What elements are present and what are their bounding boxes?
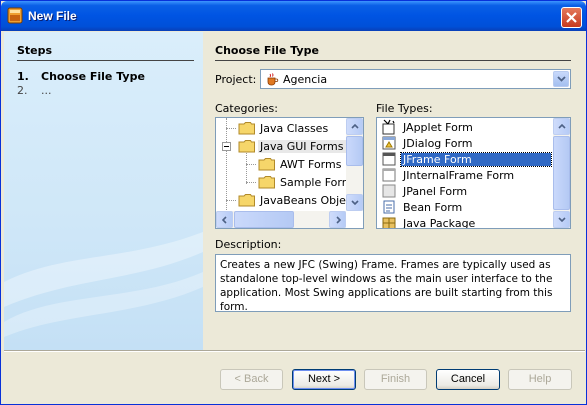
categories-vertical-scrollbar[interactable] [346, 118, 363, 211]
scroll-down-button[interactable] [553, 211, 570, 228]
back-button[interactable]: < Back [220, 369, 283, 390]
step-number: 2. [17, 84, 28, 97]
arrow-up-icon [351, 124, 359, 129]
finish-button[interactable]: Finish [364, 369, 427, 390]
arrow-up-icon [558, 124, 566, 129]
tree-connector [246, 182, 256, 183]
cancel-button[interactable]: Cancel [436, 369, 500, 390]
tree-connector [226, 128, 236, 129]
scroll-down-button[interactable] [346, 194, 363, 211]
step-item-2: 2.... [17, 84, 52, 97]
folder-icon [238, 122, 255, 135]
list-item-jdialog-form[interactable]: JDialog Form [379, 135, 553, 151]
list-item-label: JDialog Form [403, 137, 473, 150]
tree-item-label: JavaBeans Object [260, 194, 357, 207]
description-text: Creates a new JFC (Swing) Frame. Frames … [215, 254, 571, 313]
scroll-left-button[interactable] [216, 211, 233, 228]
tree-item-label: Java GUI Forms [258, 140, 346, 153]
arrow-down-icon [351, 200, 359, 205]
step-label: Choose File Type [41, 70, 145, 83]
list-item-label: JFrame Form [400, 152, 552, 167]
file-types-vertical-scrollbar[interactable] [553, 118, 570, 228]
help-button[interactable]: Help [508, 369, 572, 390]
list-item-japplet-form[interactable]: JApplet Form [379, 119, 553, 135]
title-divider [215, 60, 571, 61]
package-icon [382, 217, 396, 228]
page-title: Choose File Type [215, 44, 319, 57]
categories-tree[interactable]: Java Classes Java GUI Forms AWT Forms Sa… [215, 117, 364, 229]
scroll-up-button[interactable] [346, 118, 363, 135]
dropdown-button[interactable] [553, 71, 569, 87]
categories-horizontal-scrollbar[interactable] [216, 211, 346, 228]
list-item-label: JApplet Form [403, 121, 473, 134]
project-value: Agencia [283, 73, 328, 86]
arrow-down-icon [558, 217, 566, 222]
scroll-up-button[interactable] [553, 118, 570, 135]
tree-item-label: AWT Forms [280, 158, 342, 171]
collapse-toggle[interactable] [222, 142, 231, 151]
panel-icon [382, 184, 396, 198]
frame-icon [382, 152, 396, 166]
list-item-java-package[interactable]: Java Package [379, 215, 553, 229]
project-dropdown[interactable]: Agencia [260, 69, 571, 89]
decorative-swirl-graphic [4, 232, 203, 337]
list-item-bean-form[interactable]: Bean Form [379, 199, 553, 215]
list-item-label: JPanel Form [403, 185, 468, 198]
next-button[interactable]: Next > [292, 369, 356, 390]
list-item-jframe-form[interactable]: JFrame Form [379, 151, 553, 167]
folder-open-icon [238, 140, 255, 153]
tree-item-label: Java Classes [260, 122, 329, 135]
dialog-icon [382, 136, 396, 150]
arrow-right-icon [336, 216, 341, 224]
close-button[interactable] [561, 7, 582, 28]
list-item-label: JInternalFrame Form [403, 169, 515, 182]
scroll-thumb[interactable] [234, 211, 294, 228]
file-types-list[interactable]: JApplet Form JDialog Form JFrame Form JI… [376, 117, 571, 229]
list-item-label: Bean Form [403, 201, 463, 214]
folder-icon [258, 158, 275, 171]
new-file-dialog: New File Steps 1. Choose File Type 2.... … [0, 0, 587, 405]
steps-panel: Steps 1. Choose File Type 2.... [4, 32, 203, 350]
step-number: 1. [17, 70, 29, 83]
description-label: Description: [215, 238, 282, 251]
tree-connector [226, 118, 227, 210]
content-panel: Choose File Type Project: Agencia Catego… [204, 32, 585, 350]
tree-connector [226, 200, 236, 201]
button-bar-divider [4, 350, 585, 352]
tree-connector [246, 164, 256, 165]
close-icon [566, 12, 577, 23]
step-label: ... [41, 84, 52, 97]
applet-icon [382, 119, 395, 135]
java-project-icon [267, 73, 279, 86]
netbeans-app-icon [7, 7, 23, 24]
list-item-jpanel-form[interactable]: JPanel Form [379, 183, 553, 199]
title-bar[interactable]: New File [1, 1, 586, 31]
scroll-thumb[interactable] [553, 136, 570, 210]
bean-form-icon [383, 200, 395, 214]
folder-icon [238, 194, 255, 207]
internal-frame-icon [382, 168, 396, 182]
steps-divider [17, 60, 194, 61]
steps-heading: Steps [17, 44, 53, 57]
scroll-thumb[interactable] [346, 136, 363, 166]
window-title: New File [28, 9, 77, 23]
list-item-label: Java Package [403, 217, 476, 229]
folder-icon [258, 176, 275, 189]
file-types-label: File Types: [376, 102, 433, 115]
arrow-left-icon [222, 216, 227, 224]
list-item-jinternalframe-form[interactable]: JInternalFrame Form [379, 167, 553, 183]
scroll-right-button[interactable] [329, 211, 346, 228]
project-label: Project: [215, 73, 257, 86]
categories-label: Categories: [215, 102, 278, 115]
chevron-down-icon [557, 76, 566, 82]
step-item-1: 1. Choose File Type [17, 70, 145, 83]
